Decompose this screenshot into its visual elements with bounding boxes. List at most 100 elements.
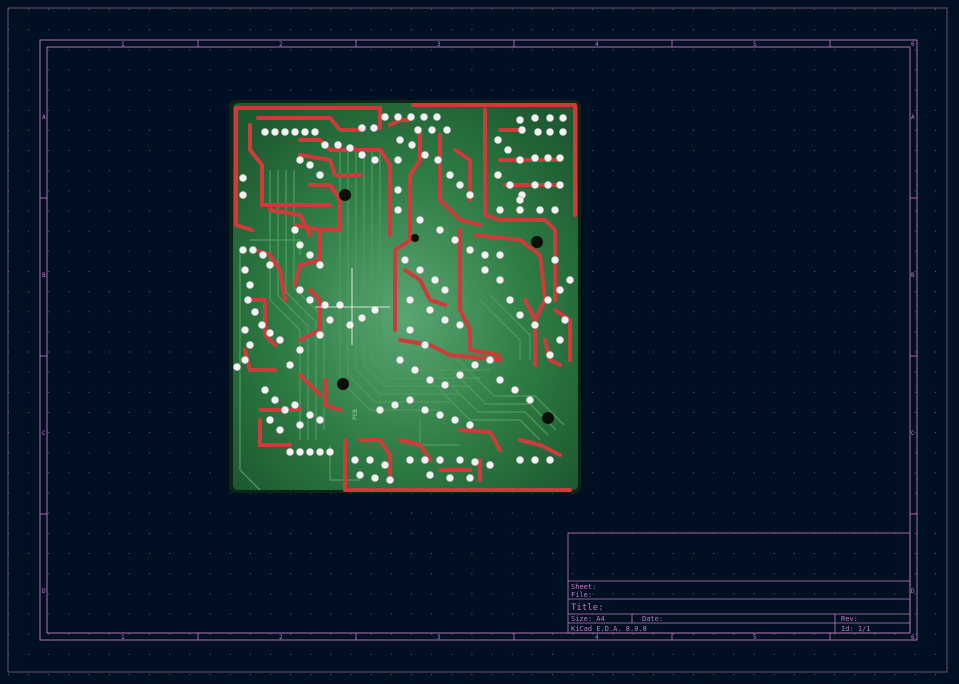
pcb-pad[interactable] xyxy=(271,396,279,404)
pcb-pad[interactable] xyxy=(426,306,434,314)
pcb-pad[interactable] xyxy=(316,448,324,456)
pcb-pad[interactable] xyxy=(266,329,274,337)
pcb-pad[interactable] xyxy=(394,113,402,121)
pcb-pad[interactable] xyxy=(246,281,254,289)
pcb-pad[interactable] xyxy=(239,174,247,182)
pcb-pad[interactable] xyxy=(531,456,539,464)
pcb-pad[interactable] xyxy=(496,206,504,214)
pcb-pad[interactable] xyxy=(421,151,429,159)
pcb-pad[interactable] xyxy=(546,114,554,122)
pcb-pad[interactable] xyxy=(433,113,441,121)
pcb-pad[interactable] xyxy=(414,126,422,134)
pcb-pad[interactable] xyxy=(306,161,314,169)
pcb-pad[interactable] xyxy=(466,421,474,429)
pcb-pad[interactable] xyxy=(244,296,252,304)
pcb-pad[interactable] xyxy=(443,126,451,134)
pcb-pad[interactable] xyxy=(241,266,249,274)
pcb-pad[interactable] xyxy=(291,128,299,136)
pcb-pad[interactable] xyxy=(421,406,429,414)
pcb-pad[interactable] xyxy=(316,331,324,339)
pcb-pad[interactable] xyxy=(486,356,494,364)
pcb-pad[interactable] xyxy=(486,461,494,469)
pcb-pad[interactable] xyxy=(316,416,324,424)
pcb-pad[interactable] xyxy=(366,456,374,464)
pcb-pad[interactable] xyxy=(466,474,474,482)
pcb-pad[interactable] xyxy=(306,296,314,304)
pcb-pad[interactable] xyxy=(531,181,539,189)
pcb-pad[interactable] xyxy=(441,286,449,294)
pcb-pad[interactable] xyxy=(336,301,344,309)
pcb-pad[interactable] xyxy=(546,456,554,464)
pcb-pad[interactable] xyxy=(471,458,479,466)
pcb-pad[interactable] xyxy=(316,261,324,269)
pcb-pad[interactable] xyxy=(281,128,289,136)
pcb-pad[interactable] xyxy=(246,341,254,349)
pcb-pad[interactable] xyxy=(559,114,567,122)
pcb-pad[interactable] xyxy=(421,341,429,349)
pcb-pad[interactable] xyxy=(281,406,289,414)
pcb-pad[interactable] xyxy=(516,196,524,204)
pcb-pad[interactable] xyxy=(358,124,366,132)
pcb-pad[interactable] xyxy=(456,456,464,464)
pcb-pad[interactable] xyxy=(261,128,269,136)
pcb-pad[interactable] xyxy=(239,246,247,254)
pcb-pad[interactable] xyxy=(441,316,449,324)
pcb-pad[interactable] xyxy=(233,363,241,371)
pcb-pad[interactable] xyxy=(466,191,474,199)
pcb-pad[interactable] xyxy=(408,141,416,149)
pcb-pad[interactable] xyxy=(406,296,414,304)
pcb-pad[interactable] xyxy=(451,236,459,244)
pcb-pad[interactable] xyxy=(241,356,249,364)
pcb-pad[interactable] xyxy=(420,113,428,121)
pcb-pad[interactable] xyxy=(481,266,489,274)
pcb-pad[interactable] xyxy=(496,251,504,259)
pcb-board-image[interactable]: PCB xyxy=(229,100,581,493)
pcb-pad[interactable] xyxy=(546,128,554,136)
pcb-pad[interactable] xyxy=(291,401,299,409)
pcb-pad[interactable] xyxy=(381,461,389,469)
pcb-pad[interactable] xyxy=(401,256,409,264)
pcb-pad[interactable] xyxy=(306,251,314,259)
pcb-pad[interactable] xyxy=(371,156,379,164)
pcb-pad[interactable] xyxy=(516,456,524,464)
pcb-pad[interactable] xyxy=(456,181,464,189)
pcb-pad[interactable] xyxy=(396,356,404,364)
pcb-pad[interactable] xyxy=(316,171,324,179)
pcb-pad[interactable] xyxy=(296,421,304,429)
pcb-pad[interactable] xyxy=(456,371,464,379)
pcb-pad[interactable] xyxy=(296,346,304,354)
pcb-pad[interactable] xyxy=(504,146,512,154)
pcb-pad[interactable] xyxy=(516,156,524,164)
pcb-pad[interactable] xyxy=(326,448,334,456)
pcb-pad[interactable] xyxy=(511,386,519,394)
pcb-pad[interactable] xyxy=(296,241,304,249)
pcb-pad[interactable] xyxy=(276,426,284,434)
pcb-pad[interactable] xyxy=(406,326,414,334)
pcb-pad[interactable] xyxy=(436,226,444,234)
pcb-pad[interactable] xyxy=(546,351,554,359)
pcb-pad[interactable] xyxy=(301,128,309,136)
pcb-pad[interactable] xyxy=(406,456,414,464)
pcb-pad[interactable] xyxy=(428,126,436,134)
pcb-pad[interactable] xyxy=(371,474,379,482)
pcb-pad[interactable] xyxy=(431,276,439,284)
pcb-pad[interactable] xyxy=(516,206,524,214)
pcb-pad[interactable] xyxy=(296,286,304,294)
pcb-pad[interactable] xyxy=(321,301,329,309)
pcb-pad[interactable] xyxy=(456,321,464,329)
pcb-pad[interactable] xyxy=(436,411,444,419)
pcb-pad[interactable] xyxy=(506,181,514,189)
pcb-canvas[interactable]: 1 1 2 2 3 3 4 4 5 5 6 6 A A B B C C D D Sheet: File: Title:… xyxy=(0,0,959,680)
pcb-pad[interactable] xyxy=(334,141,342,149)
pcb-pad[interactable] xyxy=(376,406,384,414)
pcb-pad[interactable] xyxy=(544,296,552,304)
pcb-pad[interactable] xyxy=(531,154,539,162)
pcb-pad[interactable] xyxy=(286,448,294,456)
pcb-pad[interactable] xyxy=(471,361,479,369)
pcb-pad[interactable] xyxy=(276,336,284,344)
pcb-pad[interactable] xyxy=(531,114,539,122)
pcb-pad[interactable] xyxy=(544,154,552,162)
pcb-pad[interactable] xyxy=(358,314,366,322)
pcb-pad[interactable] xyxy=(396,136,404,144)
pcb-pad[interactable] xyxy=(506,296,514,304)
